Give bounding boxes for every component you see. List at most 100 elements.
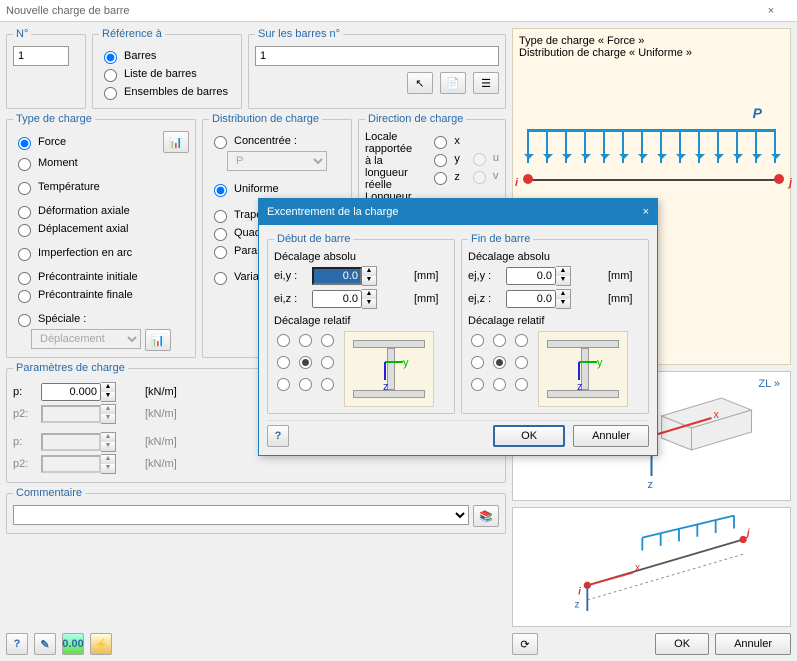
svg-text:y: y xyxy=(403,357,409,369)
dialog-titlebar[interactable]: Excentrement de la charge × xyxy=(259,199,657,225)
label-p2-b: p2: xyxy=(13,458,37,470)
spin-down-icon[interactable]: ▼ xyxy=(556,276,570,285)
radio-dir-z[interactable] xyxy=(434,172,447,185)
number-input[interactable] xyxy=(13,46,69,66)
rel-offset-grid-j[interactable] xyxy=(468,331,530,407)
zl-label: ZL » xyxy=(758,378,780,390)
special-select: Déplacement xyxy=(31,329,141,349)
input-p[interactable] xyxy=(41,383,101,401)
label-special: Spéciale : xyxy=(38,313,86,325)
spin-down-icon[interactable]: ▼ xyxy=(556,299,570,308)
comment-library-icon[interactable]: 📚 xyxy=(473,505,499,527)
dialog-help-icon[interactable]: ? xyxy=(267,425,289,447)
radio-member-list[interactable] xyxy=(104,69,117,82)
label-ejy: ej,y : xyxy=(468,270,502,282)
dialog-close-icon[interactable]: × xyxy=(643,206,649,218)
rel-offset-center-j[interactable] xyxy=(493,356,506,369)
label-abs-offset-i: Décalage absolu xyxy=(274,251,448,263)
concentrated-select: P xyxy=(227,151,327,171)
comment-combo[interactable] xyxy=(13,505,469,525)
label-p-b: p: xyxy=(13,436,37,448)
label-eiy: ei,y : xyxy=(274,270,308,282)
spin-up-icon[interactable]: ▲ xyxy=(362,267,376,276)
axis-z-label: z xyxy=(648,479,654,491)
radio-dir-y[interactable] xyxy=(434,154,447,167)
label-eiz: ei,z : xyxy=(274,293,308,305)
dialog-ok-button[interactable]: OK xyxy=(493,425,565,447)
details-icon[interactable]: ✎ xyxy=(34,633,56,655)
group-start-member: Début de barre Décalage absolu ei,y : ▲▼… xyxy=(267,233,455,414)
label-concentrated: Concentrée : xyxy=(234,135,297,147)
unit-eiy: [mm] xyxy=(414,270,448,282)
window-close-button[interactable]: × xyxy=(751,5,791,17)
radio-prestress-init[interactable] xyxy=(18,272,31,285)
radio-parabolic[interactable] xyxy=(214,246,227,259)
input-eiy[interactable] xyxy=(312,267,362,285)
spin-up-icon[interactable]: ▲ xyxy=(362,290,376,299)
input-p-b xyxy=(41,433,101,451)
svg-text:i: i xyxy=(578,587,581,598)
group-comment: Commentaire 📚 xyxy=(6,487,506,534)
radio-arc-imp[interactable] xyxy=(18,248,31,261)
input-ejz[interactable] xyxy=(506,290,556,308)
label-abs-offset-j: Décalage absolu xyxy=(468,251,642,263)
radio-dir-x[interactable] xyxy=(434,136,447,149)
radio-prestress-final[interactable] xyxy=(18,290,31,303)
node-j-label: j xyxy=(789,177,792,189)
member-set-icon[interactable]: ☰ xyxy=(473,72,499,94)
radio-members[interactable] xyxy=(104,51,117,64)
group-end-member: Fin de barre Décalage absolu ej,y : ▲▼ [… xyxy=(461,233,649,414)
radio-uniform[interactable] xyxy=(214,184,227,197)
radio-axial-disp[interactable] xyxy=(18,224,31,237)
radio-moment[interactable] xyxy=(18,158,31,171)
rel-offset-center-i[interactable] xyxy=(299,356,312,369)
unit-p-b: [kN/m] xyxy=(145,436,193,448)
rel-offset-grid-i[interactable] xyxy=(274,331,336,407)
cancel-button[interactable]: Annuler xyxy=(715,633,791,655)
svg-text:x: x xyxy=(635,563,640,574)
spin-up-icon[interactable]: ▲ xyxy=(556,290,570,299)
radio-dir-v xyxy=(473,171,486,184)
pick-member-icon[interactable]: ↖ xyxy=(407,72,433,94)
spin-up-icon[interactable]: ▲ xyxy=(101,383,115,392)
unit-p2-b: [kN/m] xyxy=(145,458,193,470)
spin-down-icon[interactable]: ▼ xyxy=(101,392,115,401)
radio-variable[interactable] xyxy=(214,272,227,285)
axes-preview-2: i j x z xyxy=(512,507,791,627)
units-icon[interactable]: 0.00 xyxy=(62,633,84,655)
load-top-line xyxy=(527,129,776,155)
unit-p2: [kN/m] xyxy=(145,408,193,420)
group-number-legend: N° xyxy=(13,28,31,40)
ok-button[interactable]: OK xyxy=(655,633,709,655)
dialog-cancel-button[interactable]: Annuler xyxy=(573,425,649,447)
special-picker-icon[interactable]: 📊 xyxy=(145,329,171,351)
radio-member-sets[interactable] xyxy=(104,87,117,100)
spin-down-icon[interactable]: ▼ xyxy=(362,276,376,285)
convert-icon[interactable]: ⚡ xyxy=(90,633,112,655)
ibeam-preview-j: y z xyxy=(538,331,628,407)
radio-axial-deform[interactable] xyxy=(18,206,31,219)
preview-line1: Type de charge « Force » xyxy=(519,35,784,47)
input-eiz[interactable] xyxy=(312,290,362,308)
label-p2: p2: xyxy=(13,408,37,420)
radio-trapezoidal[interactable] xyxy=(214,210,227,223)
help-icon[interactable]: ? xyxy=(6,633,28,655)
input-ejy[interactable] xyxy=(506,267,556,285)
group-reference: Référence à Barres Liste de barres Ensem… xyxy=(92,28,242,109)
label-axial-deform: Déformation axiale xyxy=(38,205,130,217)
radio-force[interactable] xyxy=(18,137,31,150)
svg-text:z: z xyxy=(577,381,583,393)
unit-ejy: [mm] xyxy=(608,270,642,282)
radio-temperature[interactable] xyxy=(18,182,31,195)
preview-P-label: P xyxy=(753,105,762,121)
radio-concentrated[interactable] xyxy=(214,136,227,149)
radio-quadrangular[interactable] xyxy=(214,228,227,241)
on-members-input[interactable] xyxy=(255,46,499,66)
unit-ejz: [mm] xyxy=(608,293,642,305)
spin-up-icon[interactable]: ▲ xyxy=(556,267,570,276)
radio-special[interactable] xyxy=(18,314,31,327)
member-list-icon[interactable]: 📄 xyxy=(440,72,466,94)
label-moment: Moment xyxy=(38,157,78,169)
load-type-picker-icon[interactable]: 📊 xyxy=(163,131,189,153)
spin-down-icon[interactable]: ▼ xyxy=(362,299,376,308)
